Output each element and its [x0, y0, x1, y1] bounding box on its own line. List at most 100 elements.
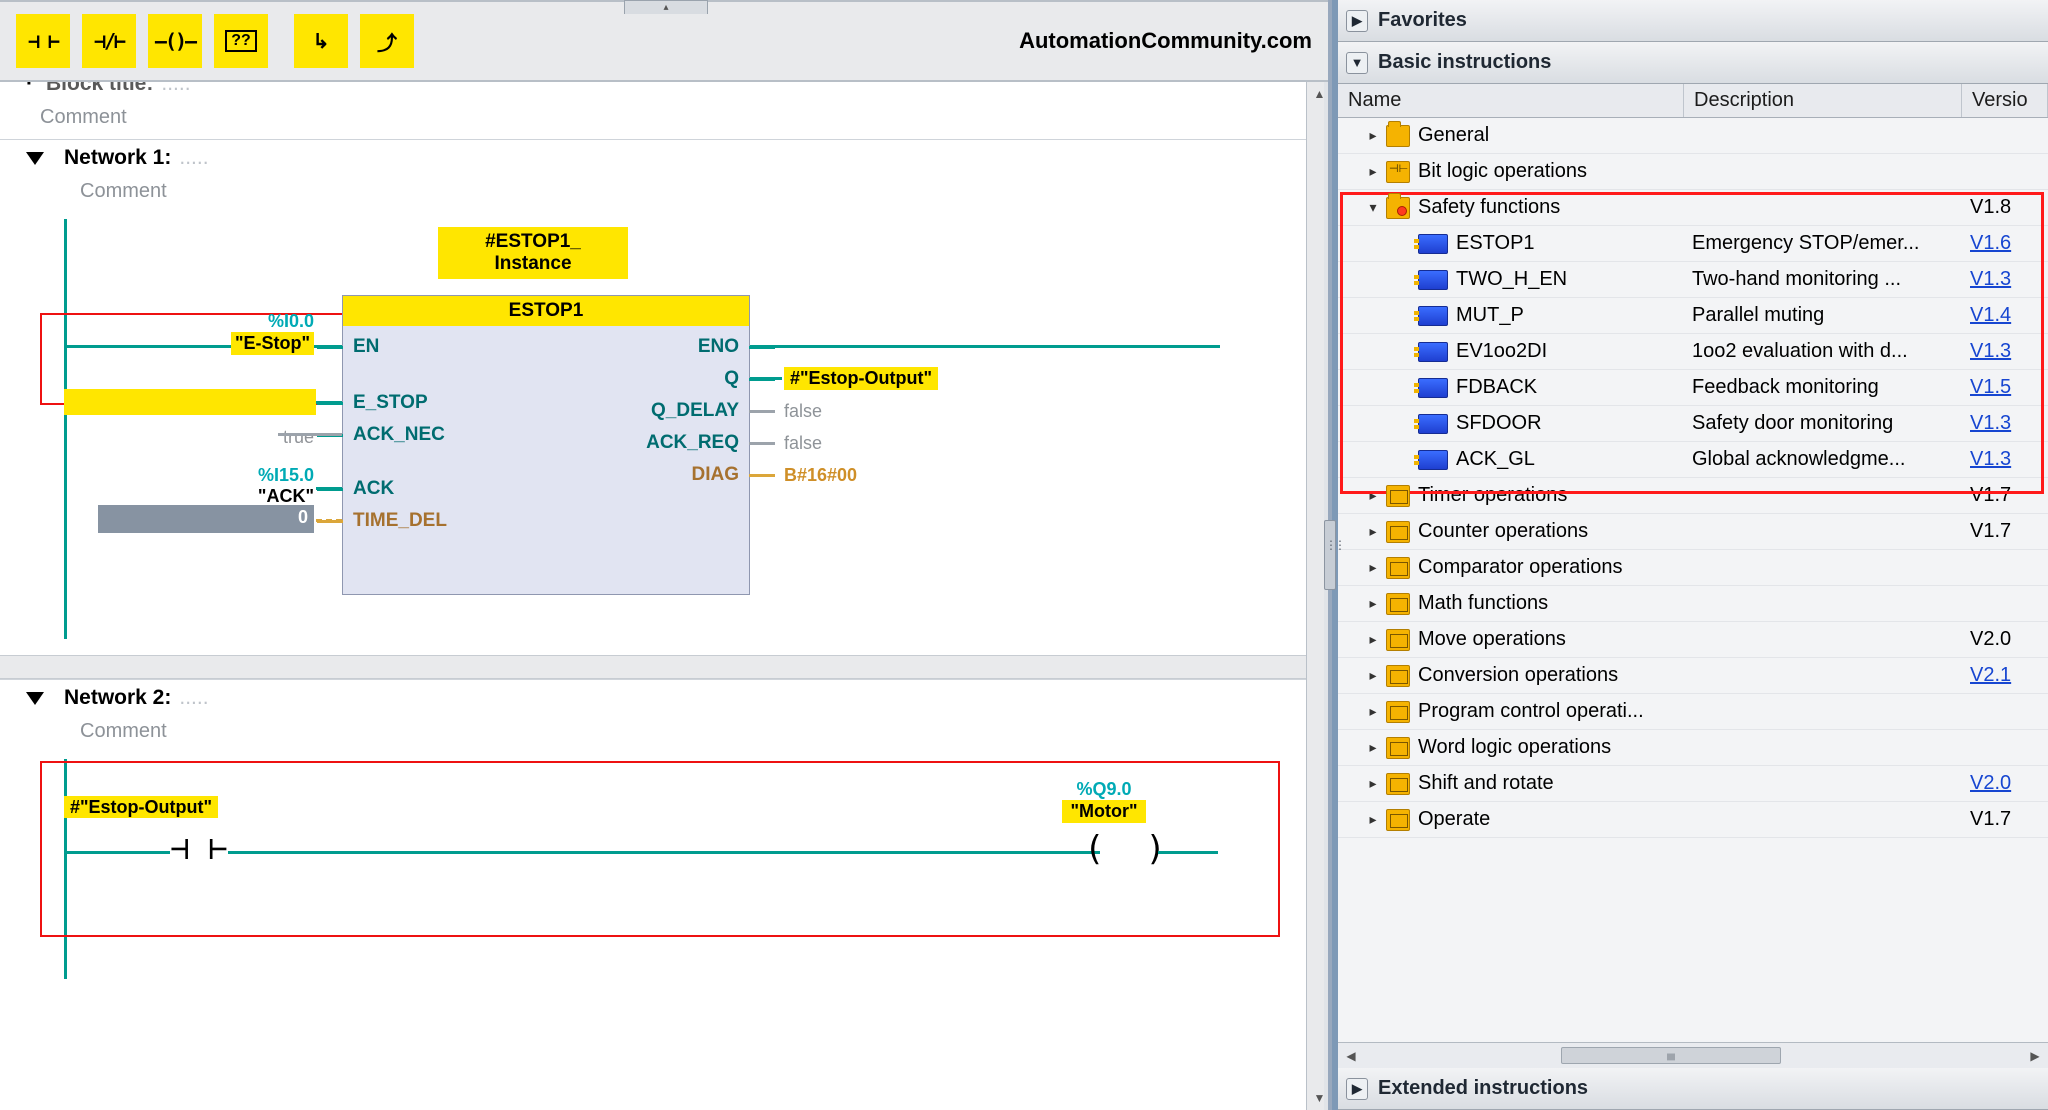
tree-item-label: Shift and rotate — [1418, 772, 1554, 795]
block-icon — [1418, 450, 1448, 470]
tree-row[interactable]: Safety functionsV1.8 — [1338, 190, 2048, 226]
coil-sym[interactable]: "Motor" — [1062, 800, 1145, 823]
gen-icon — [1386, 629, 1410, 651]
tree-item-version[interactable]: V2.0 — [1962, 772, 2048, 795]
tree-item-desc: Two-hand monitoring ... — [1684, 268, 1962, 291]
favorites-header[interactable]: ▶ Favorites — [1338, 0, 2048, 42]
tree-row[interactable]: Bit logic operations — [1338, 154, 2048, 190]
acknec-val[interactable]: true — [283, 427, 314, 447]
tb-no-contact[interactable]: ⊣ ⊢ — [16, 14, 70, 68]
tree-row[interactable]: Counter operationsV1.7 — [1338, 514, 2048, 550]
network2-canvas[interactable]: #"Estop-Output" ⊣ ⊢ %Q9.0 "Motor" ( ) — [64, 759, 1266, 979]
tree-item-label: MUT_P — [1456, 304, 1524, 327]
col-desc[interactable]: Description — [1684, 84, 1962, 117]
tree-item-version[interactable]: V1.5 — [1962, 376, 2048, 399]
tree-item-version[interactable]: V1.3 — [1962, 412, 2048, 435]
tree-row[interactable]: Math functions — [1338, 586, 2048, 622]
tree-twisty[interactable] — [1364, 775, 1382, 793]
tree-row[interactable]: MUT_PParallel mutingV1.4 — [1338, 298, 2048, 334]
tree-twisty[interactable] — [1364, 703, 1382, 721]
tree-row[interactable]: Timer operationsV1.7 — [1338, 478, 2048, 514]
network2-comment[interactable]: Comment — [0, 716, 1306, 753]
gen-icon — [1386, 701, 1410, 723]
coil-addr: %Q9.0 — [1004, 779, 1204, 800]
tree-row[interactable]: ACK_GLGlobal acknowledgme...V1.3 — [1338, 442, 2048, 478]
ack-sym[interactable]: "ACK" — [164, 486, 314, 507]
tree-twisty[interactable] — [1364, 631, 1382, 649]
network1-comment[interactable]: Comment — [0, 176, 1306, 213]
fb-instance-name[interactable]: #ESTOP1_ Instance — [438, 227, 628, 279]
top-tab-marker[interactable]: ▴ — [624, 0, 708, 14]
nw2-contact[interactable]: #"Estop-Output" — [64, 796, 218, 818]
extended-instr-label: Extended instructions — [1378, 1077, 1588, 1100]
tree-item-version[interactable]: V2.1 — [1962, 664, 2048, 687]
tree-row[interactable]: TWO_H_ENTwo-hand monitoring ...V1.3 — [1338, 262, 2048, 298]
gen-icon — [1386, 737, 1410, 759]
block-icon — [1418, 414, 1448, 434]
estop-addr: %I0.0 — [124, 311, 314, 332]
tree-row[interactable]: Comparator operations — [1338, 550, 2048, 586]
tree-item-label: FDBACK — [1456, 376, 1537, 399]
network1-caret[interactable] — [26, 152, 44, 165]
tree-twisty[interactable] — [1364, 739, 1382, 757]
q-output[interactable]: #"Estop-Output" — [784, 367, 938, 390]
fb-estop1[interactable]: ESTOP1 EN E_STOP ACK_NEC ACK TIME_DEL EN… — [342, 295, 750, 595]
tree-row[interactable]: SFDOOR Safety door monitoringV1.3 — [1338, 406, 2048, 442]
splitter-handle[interactable] — [1324, 520, 1336, 590]
tree-row[interactable]: EV1oo2DI1oo2 evaluation with d...V1.3 — [1338, 334, 2048, 370]
port-qdelay: Q_DELAY — [651, 400, 739, 422]
tree-twisty[interactable] — [1364, 523, 1382, 541]
tree-twisty[interactable] — [1364, 595, 1382, 613]
tb-branch-close[interactable]: ⤴ — [360, 14, 414, 68]
tree-item-version[interactable]: V1.3 — [1962, 268, 2048, 291]
network1-canvas[interactable]: #ESTOP1_ Instance ESTOP1 EN E_STOP ACK_N… — [64, 219, 1266, 639]
extended-instr-header[interactable]: ▶ Extended instructions — [1338, 1068, 2048, 1110]
estop-sym[interactable]: "E-Stop" — [231, 332, 314, 355]
block-icon — [1418, 270, 1448, 290]
tree-twisty[interactable] — [1364, 199, 1382, 217]
instruction-tree[interactable]: GeneralBit logic operationsSafety functi… — [1338, 118, 2048, 1042]
watermark: AutomationCommunity.com — [1019, 28, 1312, 54]
gen-icon — [1386, 809, 1410, 831]
tree-row[interactable]: General — [1338, 118, 2048, 154]
col-name[interactable]: Name — [1338, 84, 1684, 117]
tree-twisty[interactable] — [1364, 811, 1382, 829]
tb-nc-contact[interactable]: ⊣/⊢ — [82, 14, 136, 68]
tree-row[interactable]: Word logic operations — [1338, 730, 2048, 766]
tree-row[interactable]: Conversion operationsV2.1 — [1338, 658, 2048, 694]
tree-row[interactable]: Program control operati... — [1338, 694, 2048, 730]
col-ver[interactable]: Versio — [1962, 84, 2048, 117]
tree-item-desc: 1oo2 evaluation with d... — [1684, 340, 1962, 363]
tree-twisty[interactable] — [1364, 559, 1382, 577]
tree-row[interactable]: ESTOP1Emergency STOP/emer...V1.6 — [1338, 226, 2048, 262]
tree-item-version[interactable]: V1.6 — [1962, 232, 2048, 255]
tree-item-desc: Feedback monitoring — [1684, 376, 1962, 399]
tree-item-label: ESTOP1 — [1456, 232, 1535, 255]
basic-instr-header[interactable]: ▼ Basic instructions — [1338, 42, 2048, 84]
tree-twisty — [1396, 307, 1414, 325]
network2-caret[interactable] — [26, 692, 44, 705]
coil-icon: ( ) — [1084, 829, 1166, 869]
tree-item-version[interactable]: V1.4 — [1962, 304, 2048, 327]
tree-item-label: Move operations — [1418, 628, 1566, 651]
tree-item-version[interactable]: V1.3 — [1962, 448, 2048, 471]
editor-vscrollbar[interactable]: ▲ ▼ — [1306, 82, 1332, 1110]
tb-fb-box[interactable]: ?? — [214, 14, 268, 68]
block-comment[interactable]: Comment — [0, 102, 1306, 139]
tree-item-version[interactable]: V1.3 — [1962, 340, 2048, 363]
tree-row[interactable]: OperateV1.7 — [1338, 802, 2048, 838]
tb-coil[interactable]: –()– — [148, 14, 202, 68]
tree-item-desc: Safety door monitoring — [1684, 412, 1962, 435]
tb-branch-open[interactable]: ↳ — [294, 14, 348, 68]
tree-twisty[interactable] — [1364, 667, 1382, 685]
tree-twisty[interactable] — [1364, 163, 1382, 181]
tree-twisty[interactable] — [1364, 127, 1382, 145]
tree-twisty — [1396, 343, 1414, 361]
tree-twisty[interactable] — [1364, 487, 1382, 505]
timedel-val: 0 — [298, 507, 308, 527]
tree-row[interactable]: Shift and rotate V2.0 — [1338, 766, 2048, 802]
instr-hscrollbar[interactable]: ◀▶ — [1338, 1042, 2048, 1068]
tree-row[interactable]: Move operationsV2.0 — [1338, 622, 2048, 658]
tree-row[interactable]: FDBACK Feedback monitoringV1.5 — [1338, 370, 2048, 406]
tree-item-label: SFDOOR — [1456, 412, 1542, 435]
